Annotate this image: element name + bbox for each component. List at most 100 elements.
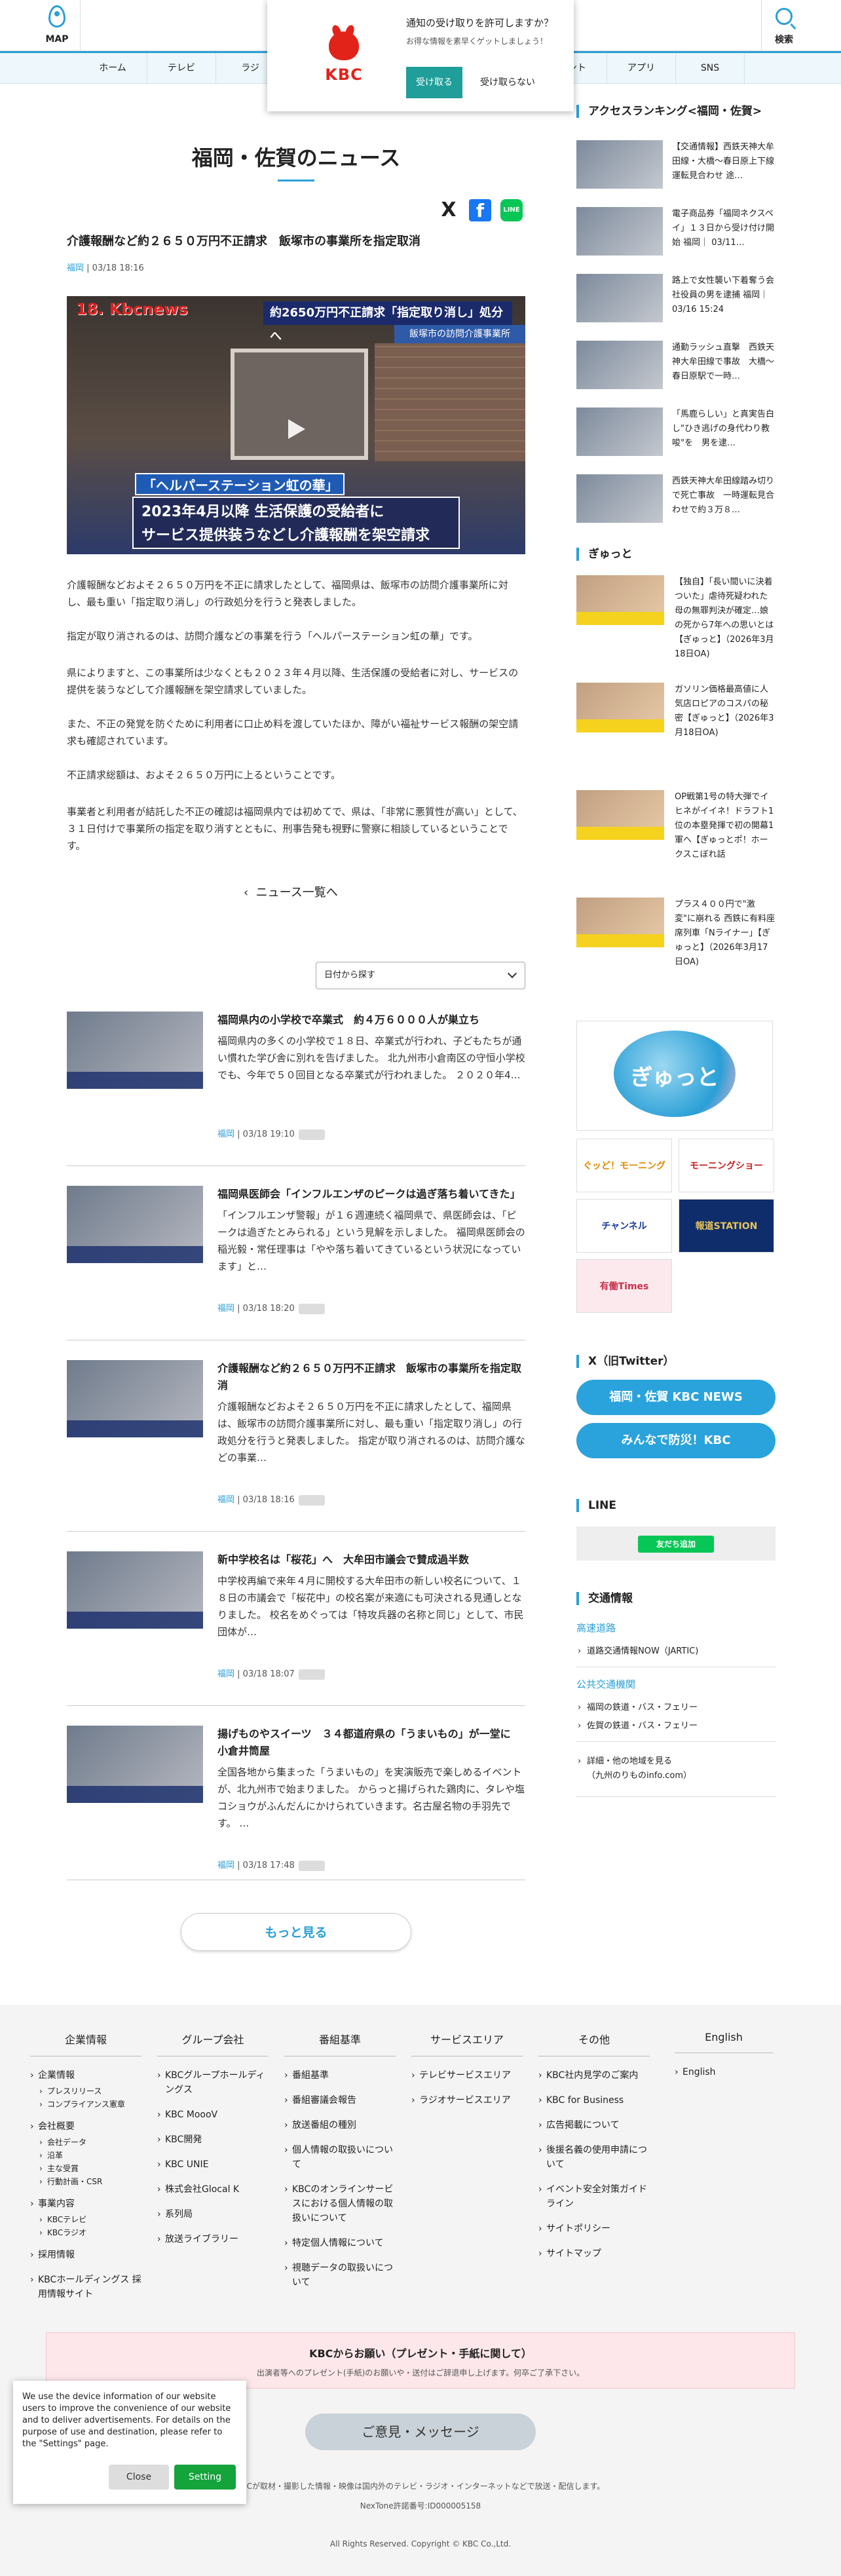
news-title[interactable]: 揚げものやスイーツ ３４都道府県の「うまいもの」が一堂に 小倉井筒屋 — [217, 1726, 525, 1760]
traffic-road-link[interactable]: 道路交通情報NOW（JARTIC) — [576, 1644, 776, 1659]
gyutto-title[interactable]: OP戦第1号の特大弾でイヒネがイイネ！ドラフト1位の本塁発揮で初の開幕1軍へ【ぎ… — [675, 790, 776, 862]
banner-udo-times[interactable]: 有働Times — [576, 1259, 672, 1313]
footer-link[interactable]: KBCホールディングス 採用情報サイト — [30, 2273, 141, 2301]
article-video-player[interactable]: 18. Kbcnews 約2650万円不正請求「指定取り消し」処分へ 飯塚市の訪… — [67, 296, 525, 554]
ranking-title[interactable]: 通勤ラッシュ直撃 西鉄天神大牟田線で事故 大橋～春日原駅で一時… — [672, 341, 776, 384]
ranking-title[interactable]: 【交通情報】西鉄天神大牟田線・大橋～春日原上下線運転見合わせ 途… — [672, 140, 776, 183]
footer-link[interactable]: 広告掲載について — [538, 2118, 650, 2132]
footer-link[interactable]: 特定個人情報について — [284, 2236, 396, 2250]
ranking-thumbnail[interactable] — [576, 341, 663, 389]
footer-link[interactable]: 放送番組の種別 — [284, 2118, 396, 2132]
footer-link[interactable]: 番組基準 — [284, 2068, 396, 2083]
ranking-item[interactable]: 通勤ラッシュ直撃 西鉄天神大牟田線で事故 大橋～春日原駅で一時… — [576, 341, 776, 397]
news-category[interactable]: 福岡 — [217, 1669, 234, 1679]
ranking-thumbnail[interactable] — [576, 274, 663, 322]
share-line-button[interactable]: LINE — [500, 199, 523, 221]
ranking-title[interactable]: 「馬鹿らしい」と真実告白し"ひき逃げの身代わり教唆"を 男を逮… — [672, 407, 776, 451]
footer-link[interactable]: 個人情報の取扱いについて — [284, 2143, 396, 2172]
footer-link[interactable]: KBC MoooV — [157, 2108, 269, 2122]
ranking-title[interactable]: 路上で女性襲い下着奪う会社役員の男を逮捕 福岡｜ 03/16 15:24 — [672, 274, 776, 317]
footer-link[interactable]: KBCのオンラインサービスにおける個人情報の取扱いについて — [284, 2182, 396, 2226]
footer-link[interactable]: 企業情報 — [30, 2068, 141, 2083]
footer-link[interactable]: 会社概要 — [30, 2119, 141, 2134]
gyutto-thumbnail[interactable] — [576, 898, 664, 947]
share-x-button[interactable]: X — [438, 199, 460, 221]
news-title[interactable]: 新中学校名は「桜花」へ 大牟田市議会で賛成過半数 — [217, 1551, 525, 1568]
banner-channel[interactable]: チャンネル — [576, 1199, 672, 1253]
gyutto-item[interactable]: OP戦第1号の特大弾でイヒネがイイネ！ドラフト1位の本塁発揮で初の開幕1軍へ【ぎ… — [576, 790, 776, 888]
news-category[interactable]: 福岡 — [217, 1304, 234, 1314]
news-list-item[interactable]: 新中学校名は「桜花」へ 大牟田市議会で賛成過半数 中学校再編で来年４月に開校する大… — [67, 1551, 525, 1706]
footer-link[interactable]: サイトマップ — [538, 2246, 650, 2261]
banner-hodo-station[interactable]: 報道STATION — [679, 1199, 774, 1253]
ranking-item[interactable]: 路上で女性襲い下着奪う会社役員の男を逮捕 福岡｜ 03/16 15:24 — [576, 274, 776, 330]
gyutto-title[interactable]: 【独自】「長い間いに決着ついた」虐待死疑われた母の無罪判決が確定…娘の死から7年… — [675, 575, 776, 662]
ranking-title[interactable]: 西鉄天神大牟田線踏み切りで死亡事故 一時運転見合わせで約３万８… — [672, 474, 776, 518]
news-title[interactable]: 福岡県内の小学校で卒業式 約４万６０００人が巣立ち — [217, 1012, 525, 1029]
footer-link[interactable]: イベント安全対策ガイドライン — [538, 2182, 650, 2211]
footer-link[interactable]: 株式会社Glocal K — [157, 2182, 269, 2197]
cookie-setting-button[interactable]: Setting — [174, 2465, 236, 2490]
gyutto-thumbnail[interactable] — [576, 575, 664, 625]
back-to-news-list-link[interactable]: ‹ ニュース一覧へ — [244, 883, 338, 900]
nav-item[interactable]: アプリ — [607, 53, 676, 84]
news-category[interactable]: 福岡 — [217, 1861, 234, 1870]
traffic-fukuoka-link[interactable]: 福岡の鉄道・バス・フェリー — [576, 1701, 776, 1715]
news-category[interactable]: 福岡 — [217, 1129, 234, 1139]
play-icon[interactable] — [288, 419, 305, 439]
nav-item[interactable]: テレビ — [147, 53, 216, 84]
news-list-item[interactable]: 揚げものやスイーツ ３４都道府県の「うまいもの」が一堂に 小倉井筒屋 全国各地から… — [67, 1726, 525, 1880]
gyutto-item[interactable]: 【独自】「長い間いに決着ついた」虐待死疑われた母の無罪判決が確定…娘の死から7年… — [576, 575, 776, 673]
footer-link[interactable]: 番組審議会報告 — [284, 2093, 396, 2108]
footer-link[interactable]: テレビサービスエリア — [411, 2068, 523, 2083]
news-title[interactable]: 福岡県医師会「インフルエンザのピークは過ぎ落ち着いてきた」 — [217, 1186, 525, 1203]
footer-link[interactable]: 系列局 — [157, 2207, 269, 2222]
footer-link[interactable]: 放送ライブラリー — [157, 2232, 269, 2246]
twitter-bousai-button[interactable]: みんなで防災！KBC — [576, 1423, 776, 1458]
footer-link[interactable]: English — [675, 2065, 773, 2079]
news-title[interactable]: 介護報酬など約２６５０万円不正請求 飯塚市の事業所を指定取消 — [217, 1360, 525, 1394]
traffic-detail-link[interactable]: 詳細・他の地域を見る （九州のりものinfo.com） — [576, 1754, 776, 1783]
gyutto-thumbnail[interactable] — [576, 790, 664, 840]
footer-link[interactable]: 視聴データの取扱いについて — [284, 2261, 396, 2290]
ranking-thumbnail[interactable] — [576, 140, 663, 189]
ranking-title[interactable]: 電子商品券「福岡ネクスペイ」１３日から受け付け開始 福岡｜ 03/11… — [672, 207, 776, 250]
news-list-item[interactable]: 福岡県内の小学校で卒業式 約４万６０００人が巣立ち 福岡県内の多くの小学校で１８日… — [67, 1012, 525, 1166]
gyutto-item[interactable]: ガソリン価格最高値に人気店ロピアのコスパの秘密【ぎゅっと】（2026年3月18日… — [576, 683, 776, 781]
share-facebook-button[interactable]: f — [469, 199, 491, 221]
traffic-saga-link[interactable]: 佐賀の鉄道・バス・フェリー — [576, 1719, 776, 1733]
ranking-thumbnail[interactable] — [576, 474, 663, 523]
line-add-friend-button[interactable]: 友だち追加 — [638, 1536, 714, 1553]
load-more-button[interactable]: もっと見る — [181, 1913, 411, 1951]
footer-sublink[interactable]: 行動計画・CSR — [39, 2176, 141, 2188]
gyutto-title[interactable]: ガソリン価格最高値に人気店ロピアのコスパの秘密【ぎゅっと】（2026年3月18日… — [675, 683, 776, 740]
news-thumbnail[interactable] — [67, 1726, 203, 1803]
ranking-thumbnail[interactable] — [576, 407, 663, 456]
news-category[interactable]: 福岡 — [217, 1495, 234, 1505]
news-thumbnail[interactable] — [67, 1186, 203, 1263]
footer-sublink[interactable]: KBCラジオ — [39, 2227, 141, 2239]
gyutto-banner[interactable]: ぎゅっと — [576, 1021, 773, 1131]
banner-morning-show[interactable]: モーニングショー — [679, 1139, 774, 1192]
gyutto-thumbnail[interactable] — [576, 683, 664, 732]
ranking-item[interactable]: 「馬鹿らしい」と真実告白し"ひき逃げの身代わり教唆"を 男を逮… — [576, 407, 776, 464]
gyutto-item[interactable]: プラス４００円で"激変"に崩れる 西鉄に有料座席列車「Nライナー」【ぎゅっと】（… — [576, 898, 776, 996]
ranking-item[interactable]: 西鉄天神大牟田線踏み切りで死亡事故 一時運転見合わせで約３万８… — [576, 474, 776, 531]
opinion-message-button[interactable]: ご意見・メッセージ — [305, 2414, 536, 2450]
footer-link[interactable]: KBCグループホールディングス — [157, 2068, 269, 2097]
footer-sublink[interactable]: 沿革 — [39, 2150, 141, 2161]
footer-sublink[interactable]: 主な受賞 — [39, 2163, 141, 2174]
decline-notifications-button[interactable]: 受け取らない — [472, 67, 544, 98]
ranking-item[interactable]: 【交通情報】西鉄天神大牟田線・大橋～春日原上下線運転見合わせ 途… — [576, 140, 776, 197]
map-button[interactable]: MAP — [34, 4, 80, 47]
footer-sublink[interactable]: プレスリリース — [39, 2085, 141, 2097]
date-search-select[interactable]: 日付から探す — [316, 962, 525, 989]
ranking-thumbnail[interactable] — [576, 207, 663, 256]
news-list-item[interactable]: 福岡県医師会「インフルエンザのピークは過ぎ落ち着いてきた」 「インフルエンザ警報」… — [67, 1186, 525, 1340]
footer-link[interactable]: KBC開発 — [157, 2132, 269, 2147]
news-list-item[interactable]: 介護報酬など約２６５０万円不正請求 飯塚市の事業所を指定取消 介護報酬などおよそ２… — [67, 1360, 525, 1532]
banner-good-morning[interactable]: ぐッど！モーニング — [576, 1139, 672, 1192]
twitter-kbc-news-button[interactable]: 福岡・佐賀 KBC NEWS — [576, 1380, 776, 1415]
footer-link[interactable]: 後援名義の使用申請について — [538, 2143, 650, 2172]
news-thumbnail[interactable] — [67, 1012, 203, 1089]
